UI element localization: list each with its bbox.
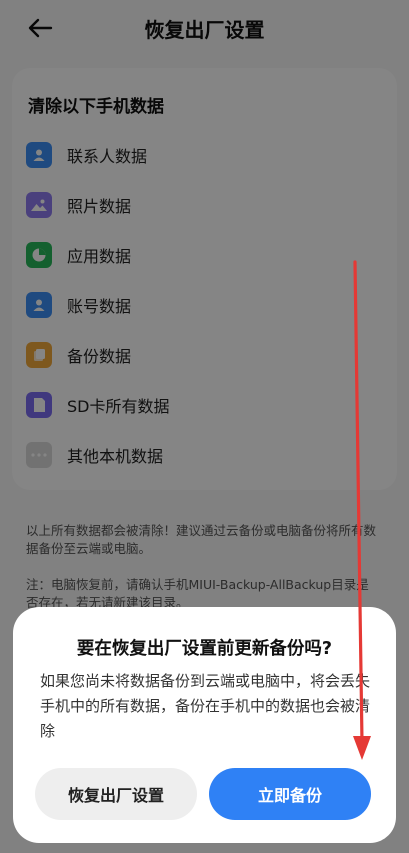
backup-dialog: 要在恢复出厂设置前更新备份吗? 如果您尚未将数据备份到云端或电脑中，将会丢失手机…: [13, 607, 396, 843]
backup-now-button[interactable]: 立即备份: [209, 768, 371, 820]
factory-reset-button[interactable]: 恢复出厂设置: [35, 768, 197, 820]
dialog-title: 要在恢复出厂设置前更新备份吗?: [76, 639, 333, 659]
dialog-message: 如果您尚未将数据备份到云端或电脑中，将会丢失手机中的所有数据，备份在手机中的数据…: [40, 672, 371, 740]
